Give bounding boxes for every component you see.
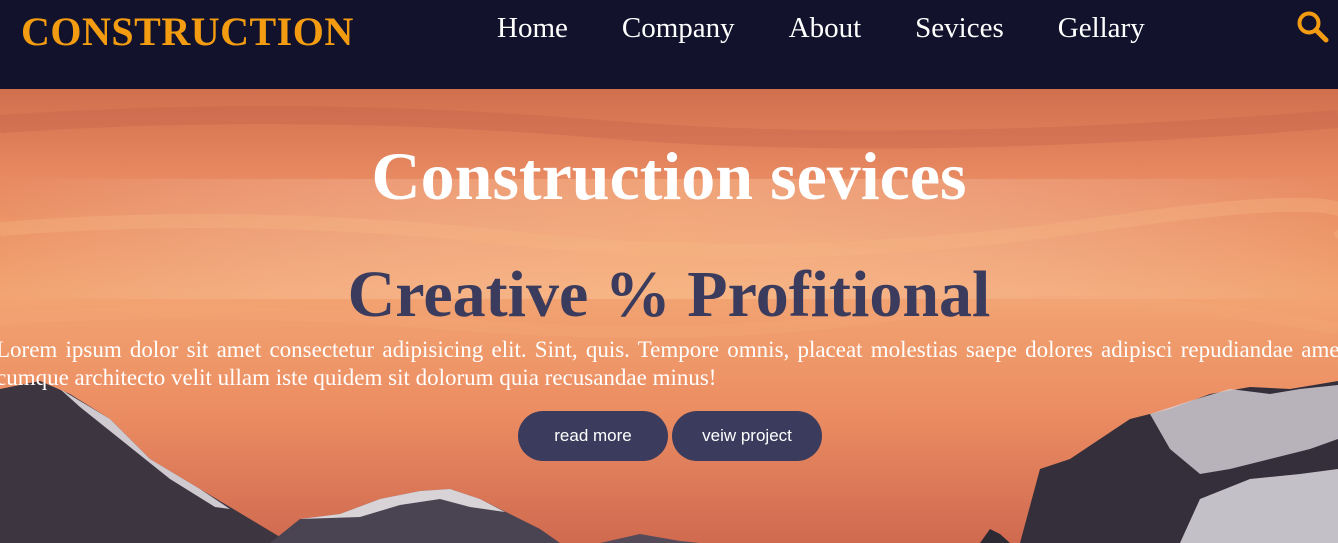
nav-item-home[interactable]: Home	[470, 12, 595, 45]
search-icon[interactable]	[1296, 10, 1330, 44]
nav-menu: Home Company About Sevices Gellary	[470, 12, 1172, 45]
navbar: CONSTRUCTION Home Company About Sevices …	[0, 0, 1338, 89]
hero-title: Construction sevices	[371, 138, 967, 214]
hero-section: Construction sevices Creative % Profitio…	[0, 89, 1338, 543]
nav-item-services[interactable]: Sevices	[888, 12, 1031, 45]
hero-buttons: read more veiw project	[518, 411, 822, 461]
view-project-button[interactable]: veiw project	[672, 411, 822, 461]
nav-item-about[interactable]: About	[762, 12, 889, 45]
nav-item-company[interactable]: Company	[595, 12, 762, 45]
hero-subtitle: Creative % Profitional	[347, 258, 991, 331]
site-logo[interactable]: CONSTRUCTION	[21, 8, 354, 55]
read-more-button[interactable]: read more	[518, 411, 668, 461]
hero-description: Lorem ipsum dolor sit amet consectetur a…	[0, 337, 1338, 390]
nav-item-gallery[interactable]: Gellary	[1031, 12, 1172, 45]
